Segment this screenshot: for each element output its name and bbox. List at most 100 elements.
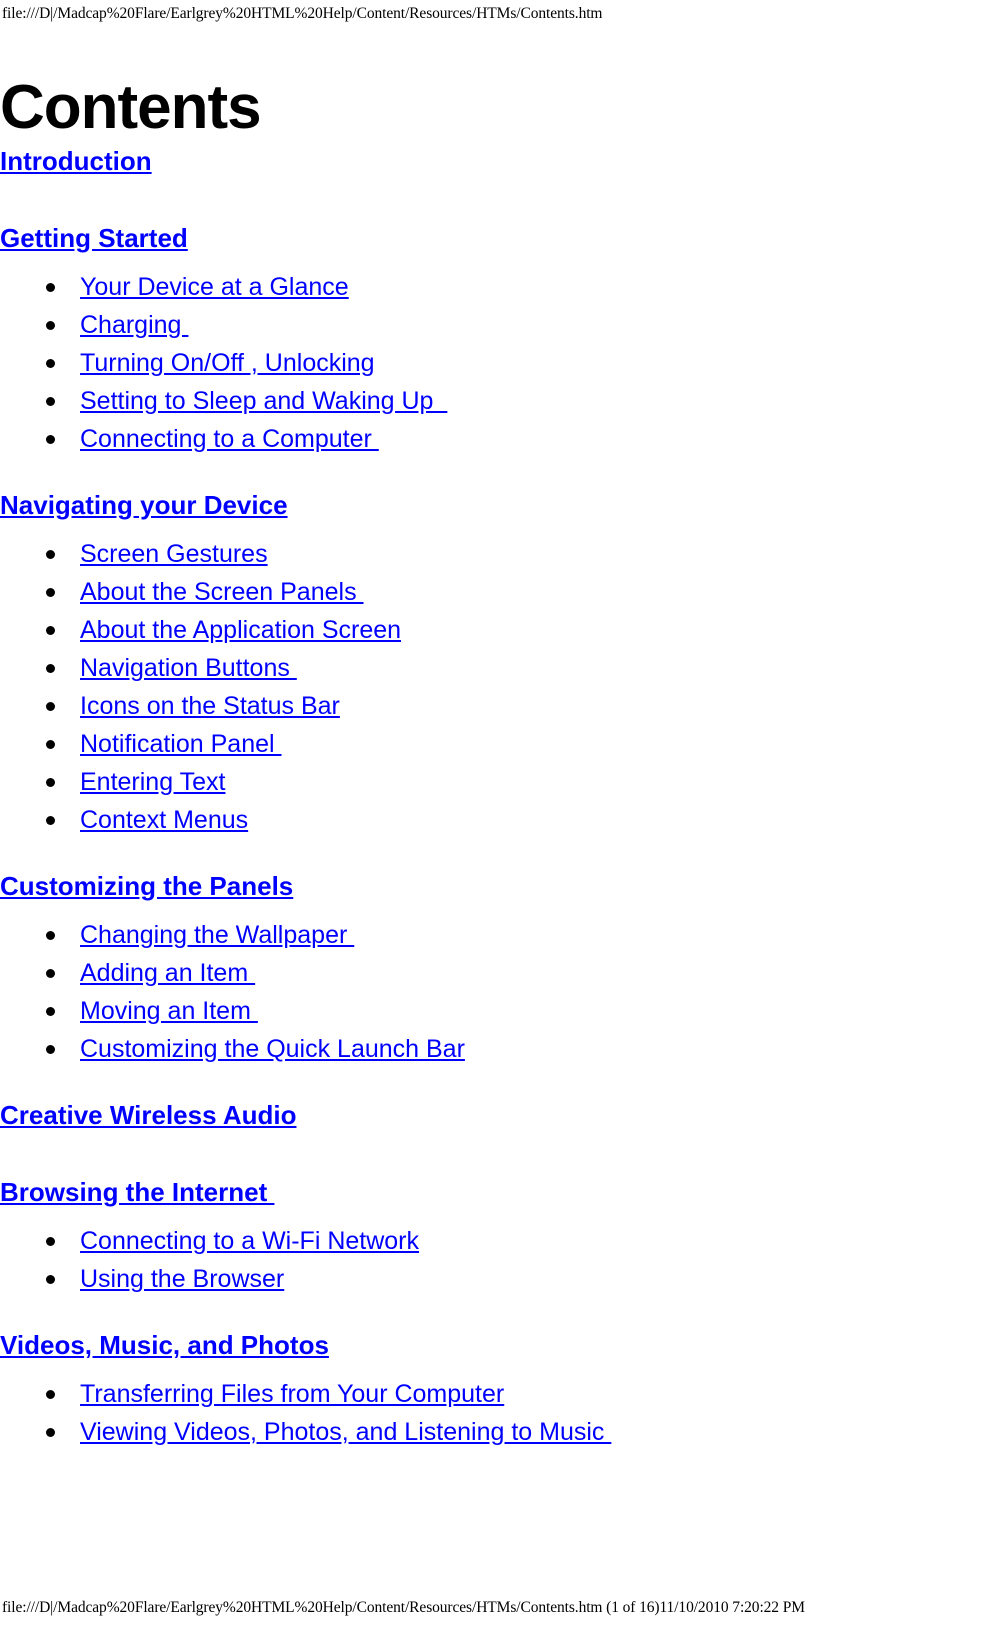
toc-item-link[interactable]: Notification Panel xyxy=(80,730,282,758)
toc-item-link[interactable]: Icons on the Status Bar xyxy=(80,692,340,720)
list-item: About the Application Screen xyxy=(0,614,1002,652)
toc-item-link[interactable]: Charging xyxy=(80,311,188,339)
toc-item-link[interactable]: Navigation Buttons xyxy=(80,654,297,682)
toc-item-list: Changing the Wallpaper Adding an Item Mo… xyxy=(0,919,1002,1071)
toc-section: Videos, Music, and Photos Transferring Fi… xyxy=(0,1330,1002,1483)
toc-section-heading: Customizing the Panels xyxy=(0,871,1002,919)
toc-item-list: Transferring Files from Your Computer Vie… xyxy=(0,1378,1002,1454)
bullet-icon xyxy=(46,283,55,292)
toc-item-link[interactable]: Viewing Videos, Photos, and Listening to… xyxy=(80,1418,611,1446)
list-item: Viewing Videos, Photos, and Listening to… xyxy=(0,1416,1002,1454)
toc-section: Getting Started Your Device at a Glance Ch… xyxy=(0,223,1002,490)
toc-item-link[interactable]: Transferring Files from Your Computer xyxy=(80,1380,504,1408)
bullet-icon xyxy=(46,778,55,787)
bullet-icon xyxy=(46,1275,55,1284)
page-title: Contents xyxy=(0,73,262,142)
toc-section-link[interactable]: Videos, Music, and Photos xyxy=(0,1330,329,1360)
toc-section-link[interactable]: Browsing the Internet xyxy=(0,1177,274,1207)
list-item: Transferring Files from Your Computer xyxy=(0,1378,1002,1416)
toc-section: Browsing the Internet Connecting to a Wi… xyxy=(0,1177,1002,1330)
toc-section: Navigating your Device Screen Gestures Abo… xyxy=(0,490,1002,871)
list-item: Using the Browser xyxy=(0,1263,1002,1301)
toc-item-link[interactable]: Connecting to a Computer xyxy=(80,425,379,453)
list-item: Screen Gestures xyxy=(0,538,1002,576)
toc-item-link[interactable]: About the Screen Panels xyxy=(80,578,364,606)
bullet-icon xyxy=(46,626,55,635)
toc-item-link[interactable]: Using the Browser xyxy=(80,1265,284,1293)
bullet-icon xyxy=(46,1007,55,1016)
bullet-icon xyxy=(46,969,55,978)
toc-item-link[interactable]: Connecting to a Wi-Fi Network xyxy=(80,1227,419,1255)
list-item: Notification Panel xyxy=(0,728,1002,766)
bullet-icon xyxy=(46,321,55,330)
toc-item-link[interactable]: Moving an Item xyxy=(80,997,258,1025)
bullet-icon xyxy=(46,435,55,444)
list-item: Context Menus xyxy=(0,804,1002,842)
list-item: Icons on the Status Bar xyxy=(0,690,1002,728)
page-header-url: file:///D|/Madcap%20Flare/Earlgrey%20HTM… xyxy=(2,5,603,22)
list-item: Moving an Item xyxy=(0,995,1002,1033)
toc-section-heading: Creative Wireless Audio xyxy=(0,1100,1002,1148)
list-item: Navigation Buttons xyxy=(0,652,1002,690)
toc-section-heading: Browsing the Internet xyxy=(0,1177,1002,1225)
list-item: Adding an Item xyxy=(0,957,1002,995)
toc-item-link[interactable]: Setting to Sleep and Waking Up xyxy=(80,387,447,415)
toc-item-link[interactable]: Customizing the Quick Launch Bar xyxy=(80,1035,465,1063)
toc-item-link[interactable]: Screen Gestures xyxy=(80,540,268,568)
toc-section: Customizing the Panels Changing the Wallp… xyxy=(0,871,1002,1100)
bullet-icon xyxy=(46,588,55,597)
toc-section-heading: Introduction xyxy=(0,146,1002,194)
list-item: Connecting to a Computer xyxy=(0,423,1002,461)
document-page: file:///D|/Madcap%20Flare/Earlgrey%20HTM… xyxy=(0,0,1002,1628)
bullet-icon xyxy=(46,1428,55,1437)
toc-section-link[interactable]: Customizing the Panels xyxy=(0,871,293,901)
toc-section-heading: Videos, Music, and Photos xyxy=(0,1330,1002,1378)
toc-section: Introduction xyxy=(0,146,1002,223)
bullet-icon xyxy=(46,740,55,749)
toc-item-list: Your Device at a Glance Charging Turning … xyxy=(0,271,1002,461)
toc-section-link[interactable]: Introduction xyxy=(0,146,152,176)
toc-item-link[interactable]: About the Application Screen xyxy=(80,616,401,644)
bullet-icon xyxy=(46,1390,55,1399)
bullet-icon xyxy=(46,550,55,559)
list-item: Customizing the Quick Launch Bar xyxy=(0,1033,1002,1071)
list-item: Turning On/Off , Unlocking xyxy=(0,347,1002,385)
list-item: Changing the Wallpaper xyxy=(0,919,1002,957)
bullet-icon xyxy=(46,702,55,711)
toc-item-link[interactable]: Adding an Item xyxy=(80,959,255,987)
bullet-icon xyxy=(46,1237,55,1246)
bullet-icon xyxy=(46,816,55,825)
toc-item-list: Connecting to a Wi-Fi Network Using the B… xyxy=(0,1225,1002,1301)
toc-item-list: Screen Gestures About the Screen Panels A… xyxy=(0,538,1002,842)
toc-section-heading: Navigating your Device xyxy=(0,490,1002,538)
list-item: Entering Text xyxy=(0,766,1002,804)
bullet-icon xyxy=(46,931,55,940)
list-item: Setting to Sleep and Waking Up xyxy=(0,385,1002,423)
table-of-contents: Introduction Getting Started Your Device a… xyxy=(0,146,1002,1483)
toc-section-link[interactable]: Getting Started xyxy=(0,223,188,253)
bullet-icon xyxy=(46,359,55,368)
bullet-icon xyxy=(46,664,55,673)
list-item: Your Device at a Glance xyxy=(0,271,1002,309)
bullet-icon xyxy=(46,397,55,406)
toc-item-link[interactable]: Changing the Wallpaper xyxy=(80,921,354,949)
list-item: About the Screen Panels xyxy=(0,576,1002,614)
toc-item-link[interactable]: Entering Text xyxy=(80,768,225,796)
document-content: Contents Introduction Getting Started Your… xyxy=(0,70,1002,1483)
toc-item-link[interactable]: Turning On/Off , Unlocking xyxy=(80,349,375,377)
toc-section-link[interactable]: Navigating your Device xyxy=(0,490,288,520)
list-item: Connecting to a Wi-Fi Network xyxy=(0,1225,1002,1263)
page-footer-url: file:///D|/Madcap%20Flare/Earlgrey%20HTM… xyxy=(2,1599,805,1616)
toc-item-link[interactable]: Context Menus xyxy=(80,806,248,834)
list-item: Charging xyxy=(0,309,1002,347)
toc-section-heading: Getting Started xyxy=(0,223,1002,271)
toc-section-link[interactable]: Creative Wireless Audio xyxy=(0,1100,296,1130)
toc-item-link[interactable]: Your Device at a Glance xyxy=(80,273,349,301)
